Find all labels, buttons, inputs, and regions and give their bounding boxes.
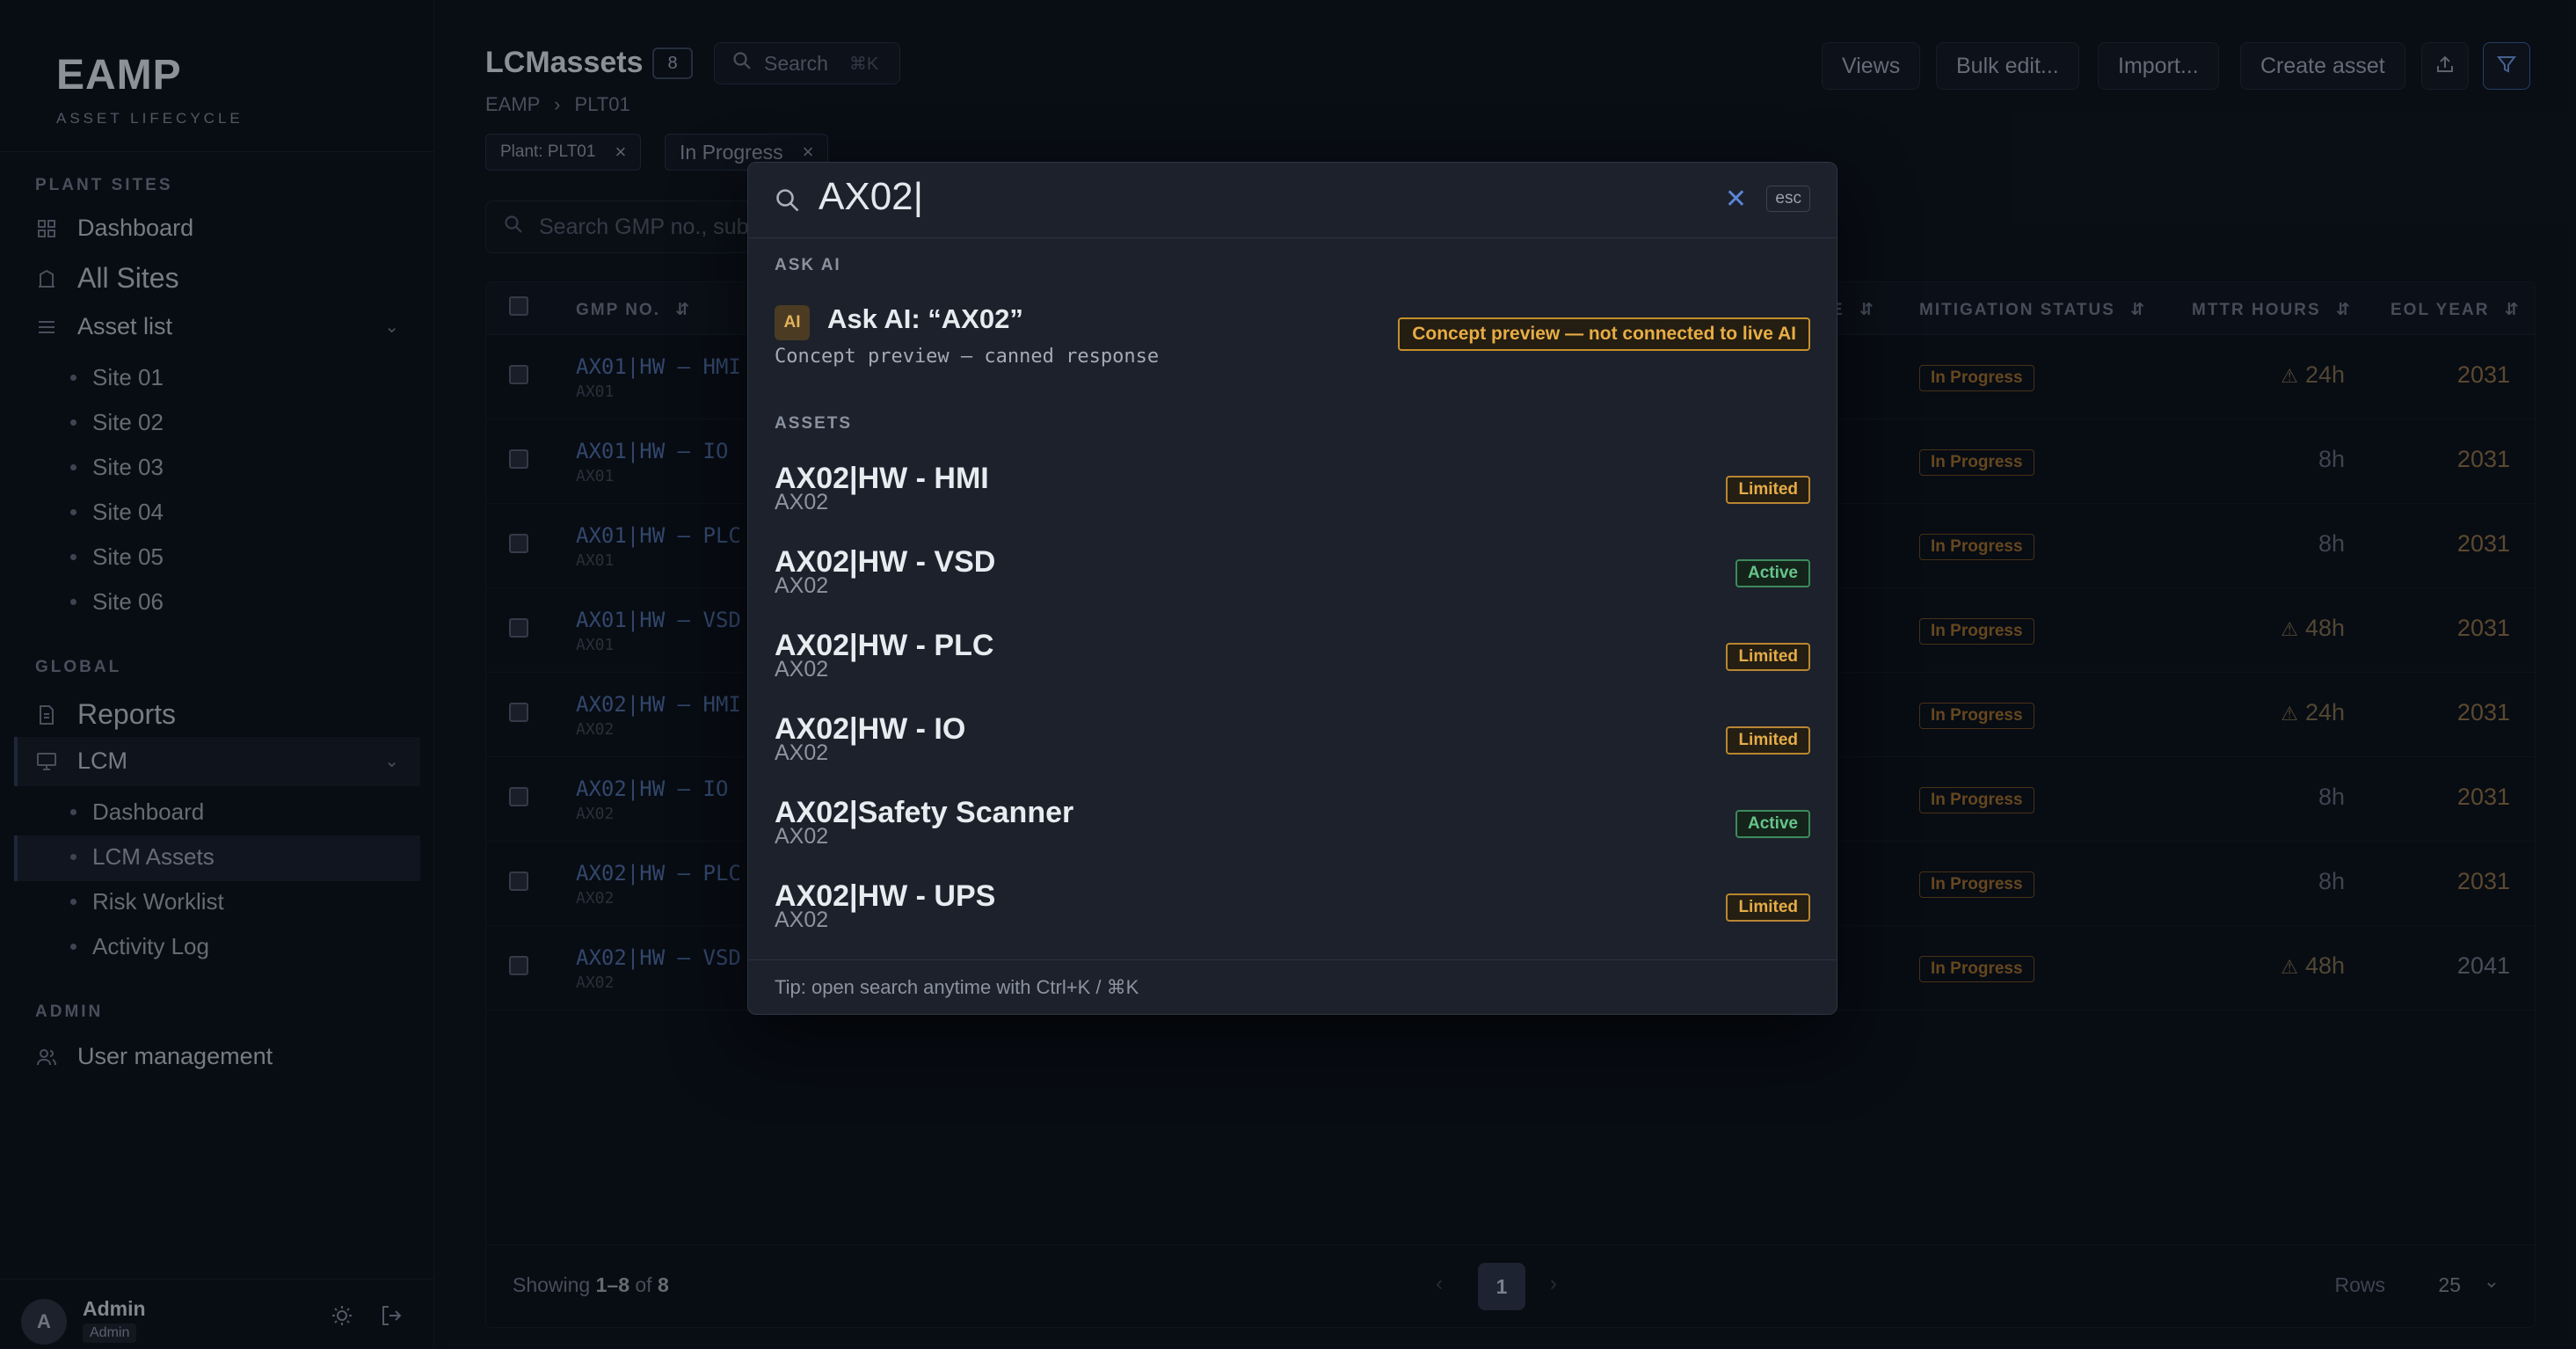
asset-result-subtitle: AX02 <box>775 908 829 932</box>
asset-result-item[interactable]: AX02|HW - HMI AX02 Limited <box>748 462 1837 545</box>
palette-tip: Tip: open search anytime with Ctrl+K / ⌘… <box>775 976 1139 998</box>
asset-status-badge: Limited <box>1726 726 1810 755</box>
concept-preview-badge: Concept preview — not connected to live … <box>1398 317 1810 351</box>
clear-icon[interactable]: ✕ <box>1725 184 1747 215</box>
palette-search-input[interactable] <box>819 175 1610 219</box>
palette-footer: Tip: open search anytime with Ctrl+K / ⌘… <box>748 959 1837 1014</box>
asset-result-item[interactable]: AX02|HW - VSD AX02 Active <box>748 545 1837 629</box>
asset-result-item[interactable]: AX02|HW - IO AX02 Limited <box>748 712 1837 796</box>
search-icon <box>775 187 801 218</box>
section-label-ask-ai: ASK AI <box>775 256 841 274</box>
asset-status-badge: Active <box>1735 810 1810 838</box>
esc-key-hint[interactable]: esc <box>1766 186 1810 212</box>
ai-icon: AI <box>775 305 810 340</box>
asset-result-subtitle: AX02 <box>775 740 829 765</box>
asset-result-subtitle: AX02 <box>775 657 829 682</box>
asset-result-subtitle: AX02 <box>775 824 829 849</box>
asset-result-item[interactable]: AX02|HW - UPS AX02 Limited <box>748 879 1837 963</box>
section-label-assets: ASSETS <box>775 414 853 433</box>
ask-ai-subtitle: Concept preview — canned response <box>775 346 1160 368</box>
asset-result-subtitle: AX02 <box>775 573 829 598</box>
asset-status-badge: Limited <box>1726 643 1810 671</box>
asset-result-subtitle: AX02 <box>775 490 829 514</box>
palette-header: ✕ esc <box>748 163 1837 238</box>
asset-result-item[interactable]: AX02|Safety Scanner AX02 Active <box>748 796 1837 879</box>
ask-ai-title: Ask AI: “AX02” <box>827 303 1023 334</box>
asset-result-item[interactable]: AX02|HW - PLC AX02 Limited <box>748 629 1837 712</box>
asset-status-badge: Limited <box>1726 893 1810 922</box>
asset-status-badge: Active <box>1735 559 1810 587</box>
asset-status-badge: Limited <box>1726 476 1810 504</box>
command-palette: ✕ esc ASK AI AI Ask AI: “AX02” Concept p… <box>747 162 1837 1015</box>
